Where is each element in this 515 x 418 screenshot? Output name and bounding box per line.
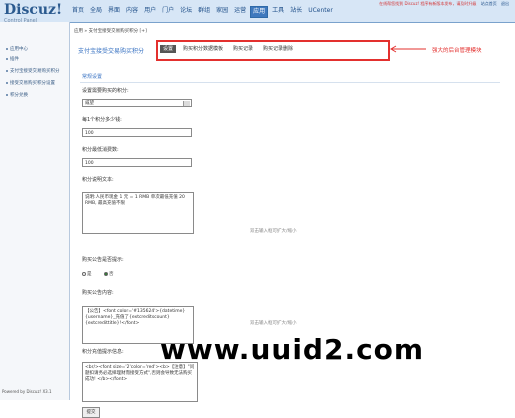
nav-user[interactable]: 用户: [142, 6, 158, 18]
divider: [80, 82, 500, 83]
min-input[interactable]: 100: [82, 158, 192, 167]
update-notice[interactable]: 在线帮您找到 Discuz! 程序有新版本发布，请及时升级: [379, 1, 476, 6]
annotation-text: 强大的后台管理模块: [432, 48, 482, 54]
nav-admin[interactable]: 站长: [288, 6, 304, 18]
main-nav: 首页 全局 界面 内容 用户 门户 论坛 群组 家园 运营 应用 工具 站长 U…: [70, 6, 335, 18]
logo-main: Discuz!: [4, 2, 63, 18]
content-hint: 双击输入框可扩大/缩小: [250, 321, 297, 326]
nav-global[interactable]: 全局: [88, 6, 104, 18]
site-home-link[interactable]: 站点首页: [481, 1, 497, 6]
submit-button[interactable]: 提交: [82, 407, 100, 418]
min-label: 积分最低消费数:: [82, 147, 119, 153]
desc-textarea[interactable]: 说明:人民币现金 1 元 = 1 RMB 单次最低充值 20 RMB, 最高充值…: [82, 192, 194, 234]
credit-type-label: 设置需要购买的积分:: [82, 88, 129, 94]
sidebar: 应用中心 插件 支付宝接受交易购买积分 接受交易购买积分设置 积分兑换: [0, 22, 70, 400]
logout-link[interactable]: 退出: [501, 1, 509, 6]
sidebar-item-app-center[interactable]: 应用中心: [6, 46, 28, 52]
bullet-icon: [6, 57, 8, 60]
highlight-box: [156, 40, 390, 61]
nav-tools[interactable]: 工具: [270, 6, 286, 18]
top-bar: 首页 全局 界面 内容 用户 门户 论坛 群组 家园 运营 应用 工具 站长 U…: [0, 0, 515, 23]
sidebar-item-alipay-credits[interactable]: 支付宝接受交易购买积分: [6, 68, 60, 74]
nav-forum[interactable]: 论坛: [178, 6, 194, 18]
plugin-title: 支付宝接受交易购买积分: [78, 48, 145, 55]
powered-by: Powered by Discuz! X3.1: [2, 389, 52, 394]
radio-icon: [82, 271, 86, 276]
credit-type-select[interactable]: 威望: [82, 99, 192, 107]
nav-home-space[interactable]: 家园: [214, 6, 230, 18]
price-label: 每1个积分多少钱:: [82, 117, 122, 123]
nav-apps[interactable]: 应用: [250, 6, 269, 18]
watermark: www.uuid2.com: [160, 333, 425, 366]
nav-portal[interactable]: 门户: [160, 6, 176, 18]
price-input[interactable]: 100: [82, 128, 192, 137]
arrow-icon: [390, 45, 426, 53]
bullet-icon: [6, 47, 8, 50]
radio-selected-icon: [104, 271, 108, 276]
notice-no-radio[interactable]: 否: [104, 271, 114, 277]
desc-hint: 双击输入框可扩大/缩小: [250, 229, 297, 234]
notice-label: 购买公告是否提示:: [82, 257, 124, 263]
section-title: 常规设置: [82, 74, 103, 80]
nav-operations[interactable]: 运营: [232, 6, 248, 18]
nav-ucenter[interactable]: UCenter: [306, 6, 335, 18]
bullet-icon: [6, 81, 8, 84]
sidebar-item-plugins[interactable]: 插件: [6, 56, 19, 62]
breadcrumb: 应用 » 支付宝接受交易购买积分 [+]: [74, 29, 147, 34]
bullet-icon: [6, 93, 8, 96]
chevron-down-icon: [183, 101, 190, 106]
notice-yes-radio[interactable]: 是: [82, 271, 92, 277]
over-label: 积分充值提示信息:: [82, 349, 124, 355]
nav-interface[interactable]: 界面: [106, 6, 122, 18]
nav-group[interactable]: 群组: [196, 6, 212, 18]
content-label: 购买公告内容:: [82, 290, 114, 296]
over-textarea[interactable]: <br/><font size='2'color='red'><b>【注意】"问…: [82, 362, 198, 402]
sidebar-item-credit-exchange[interactable]: 积分兑换: [6, 92, 28, 98]
nav-content[interactable]: 内容: [124, 6, 140, 18]
bullet-icon: [6, 69, 8, 72]
top-right: 在线帮您找到 Discuz! 程序有新版本发布，请及时升级 站点首页 退出: [379, 1, 509, 7]
desc-label: 积分说明文本:: [82, 177, 114, 183]
nav-home[interactable]: 首页: [70, 6, 86, 18]
sidebar-item-credit-settings[interactable]: 接受交易购买积分设置: [6, 80, 55, 86]
